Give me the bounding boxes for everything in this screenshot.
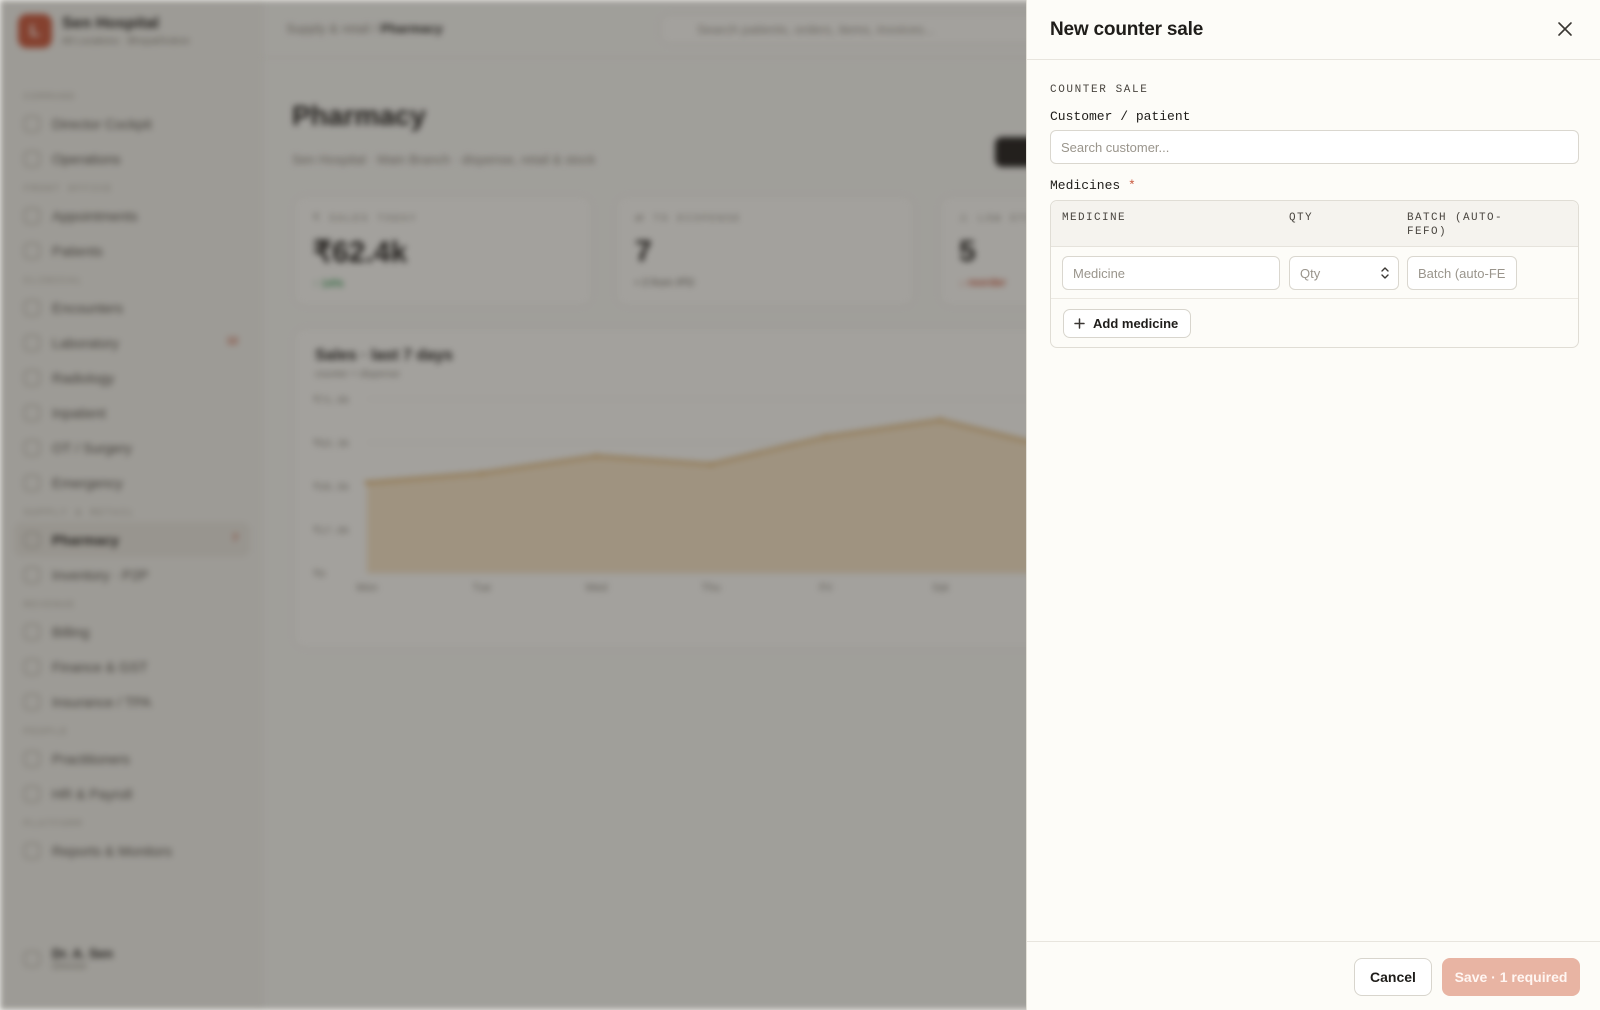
required-mark: * [1128,178,1136,193]
section-label: COUNTER SALE [1050,84,1149,96]
medicines-label-text: Medicines [1050,178,1121,193]
close-button[interactable] [1552,16,1578,42]
plus-icon [1074,318,1085,329]
add-medicine-row: Add medicine [1051,299,1578,347]
qty-stepper [1289,247,1399,299]
new-counter-sale-drawer: New counter sale COUNTER SALE Customer /… [1026,0,1600,1010]
medicines-label: Medicines * [1050,178,1136,193]
cancel-button[interactable]: Cancel [1354,958,1432,996]
medicine-input[interactable] [1062,256,1280,290]
drawer-footer: Cancel Save · 1 required [1027,941,1600,1010]
up-down-chevron-icon[interactable] [1380,265,1390,281]
customer-search-input[interactable] [1050,130,1579,164]
drawer-header: New counter sale [1027,0,1600,60]
save-button[interactable]: Save · 1 required [1442,958,1580,996]
batch-input[interactable] [1407,256,1517,290]
customer-label: Customer / patient [1050,109,1191,124]
column-header-batch: BATCH (AUTO-FEFO) [1407,212,1504,238]
close-icon [1558,22,1572,36]
medicines-table-header: MEDICINE QTY BATCH (AUTO-FEFO) [1051,201,1578,247]
medicine-row [1051,247,1578,299]
add-medicine-button[interactable]: Add medicine [1063,309,1192,338]
drawer-title: New counter sale [1050,19,1204,40]
add-medicine-label: Add medicine [1093,316,1179,331]
column-header-medicine: MEDICINE [1062,212,1127,224]
medicines-table: MEDICINE QTY BATCH (AUTO-FEFO) Add medic… [1050,200,1579,348]
column-header-qty: QTY [1289,212,1314,224]
